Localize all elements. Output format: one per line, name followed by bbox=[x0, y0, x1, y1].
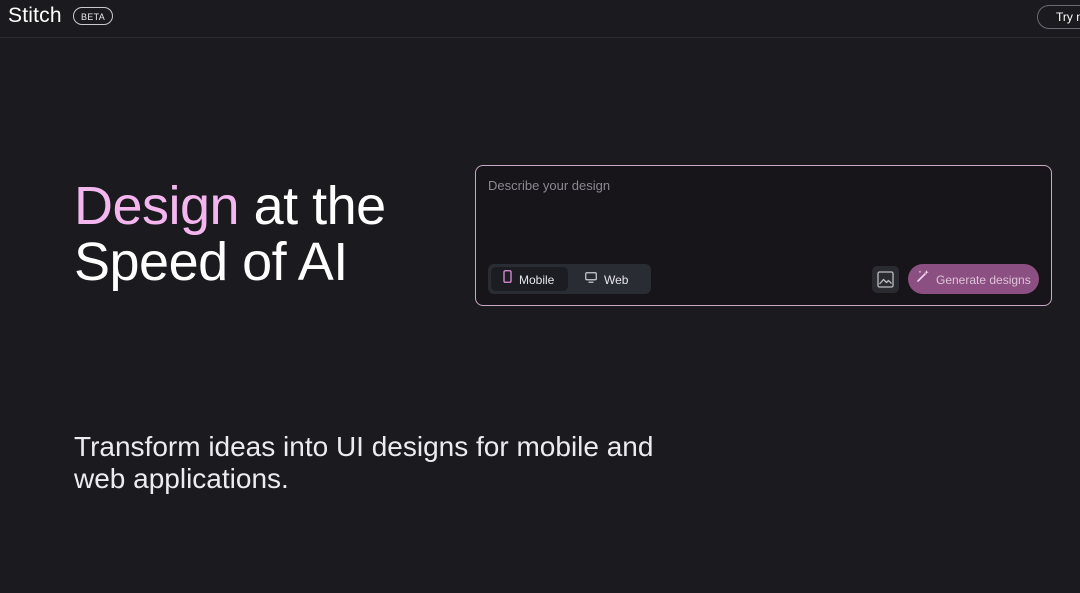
design-prompt-panel: Mobile Web bbox=[475, 165, 1052, 306]
device-option-web[interactable]: Web bbox=[572, 267, 648, 291]
device-option-mobile-label: Mobile bbox=[519, 272, 555, 287]
top-bar: Stitch BETA Try n bbox=[0, 0, 1080, 38]
beta-badge: BETA bbox=[73, 7, 114, 25]
hero-title-rest: at the bbox=[239, 176, 387, 236]
hero-title: Design at the Speed of AI bbox=[74, 178, 386, 290]
app-root: Stitch BETA Try n Design at theSpeed of … bbox=[0, 0, 1080, 593]
try-now-button[interactable]: Try n bbox=[1037, 5, 1080, 29]
brand-logo[interactable]: Stitch bbox=[8, 4, 62, 28]
device-type-toggle: Mobile Web bbox=[488, 264, 651, 294]
hero-subtitle: Transform ideas into UI designs for mobi… bbox=[74, 431, 654, 494]
device-option-web-label: Web bbox=[604, 272, 629, 287]
image-icon bbox=[877, 271, 894, 288]
smartphone-icon bbox=[503, 267, 512, 291]
generate-designs-button[interactable]: Generate designs bbox=[908, 264, 1039, 294]
monitor-icon bbox=[585, 267, 597, 291]
design-prompt-input[interactable] bbox=[488, 178, 1038, 248]
hero-title-accent: Design bbox=[74, 176, 240, 236]
device-option-mobile[interactable]: Mobile bbox=[491, 267, 568, 291]
hero-title-line2: Speed of AI bbox=[74, 232, 348, 292]
attach-image-button[interactable] bbox=[872, 266, 899, 293]
magic-wand-icon bbox=[916, 264, 930, 294]
generate-designs-label: Generate designs bbox=[936, 272, 1031, 287]
